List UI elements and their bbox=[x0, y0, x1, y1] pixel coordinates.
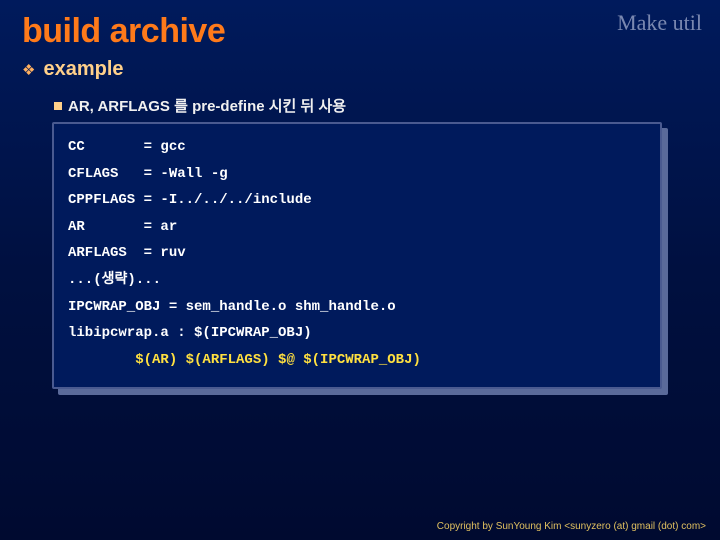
code-highlight: $(AR) $(ARFLAGS) $@ $(IPCWRAP_OBJ) bbox=[135, 352, 421, 368]
code-line: AR = ar bbox=[68, 214, 646, 241]
diamond-bullet-icon: ❖ bbox=[22, 61, 35, 79]
header-label: Make util bbox=[617, 10, 702, 36]
page-title: build archive bbox=[22, 12, 225, 51]
code-line: CFLAGS = -Wall -g bbox=[68, 161, 646, 188]
square-bullet-icon bbox=[54, 102, 62, 110]
code-line: CPPFLAGS = -I../../../include bbox=[68, 187, 646, 214]
code-line: IPCWRAP_OBJ = sem_handle.o shm_handle.o bbox=[68, 294, 646, 321]
code-indent bbox=[68, 352, 135, 368]
code-line: ARFLAGS = ruv bbox=[68, 240, 646, 267]
code-block-inner: CC = gcc CFLAGS = -Wall -g CPPFLAGS = -I… bbox=[52, 122, 662, 389]
code-line: $(AR) $(ARFLAGS) $@ $(IPCWRAP_OBJ) bbox=[68, 347, 646, 374]
bullet-lvl1: ❖ example bbox=[22, 58, 124, 81]
lvl2-text: AR, ARFLAGS 를 pre-define 시킨 뒤 사용 bbox=[68, 95, 346, 116]
copyright-footer: Copyright by SunYoung Kim <sunyzero (at)… bbox=[437, 521, 706, 532]
lvl1-text: example bbox=[43, 58, 123, 81]
code-line: libipcwrap.a : $(IPCWRAP_OBJ) bbox=[68, 320, 646, 347]
code-line: CC = gcc bbox=[68, 134, 646, 161]
code-block: CC = gcc CFLAGS = -Wall -g CPPFLAGS = -I… bbox=[52, 122, 662, 389]
bullet-lvl2: AR, ARFLAGS 를 pre-define 시킨 뒤 사용 bbox=[54, 95, 346, 116]
code-line: ...(생략)... bbox=[68, 267, 646, 294]
